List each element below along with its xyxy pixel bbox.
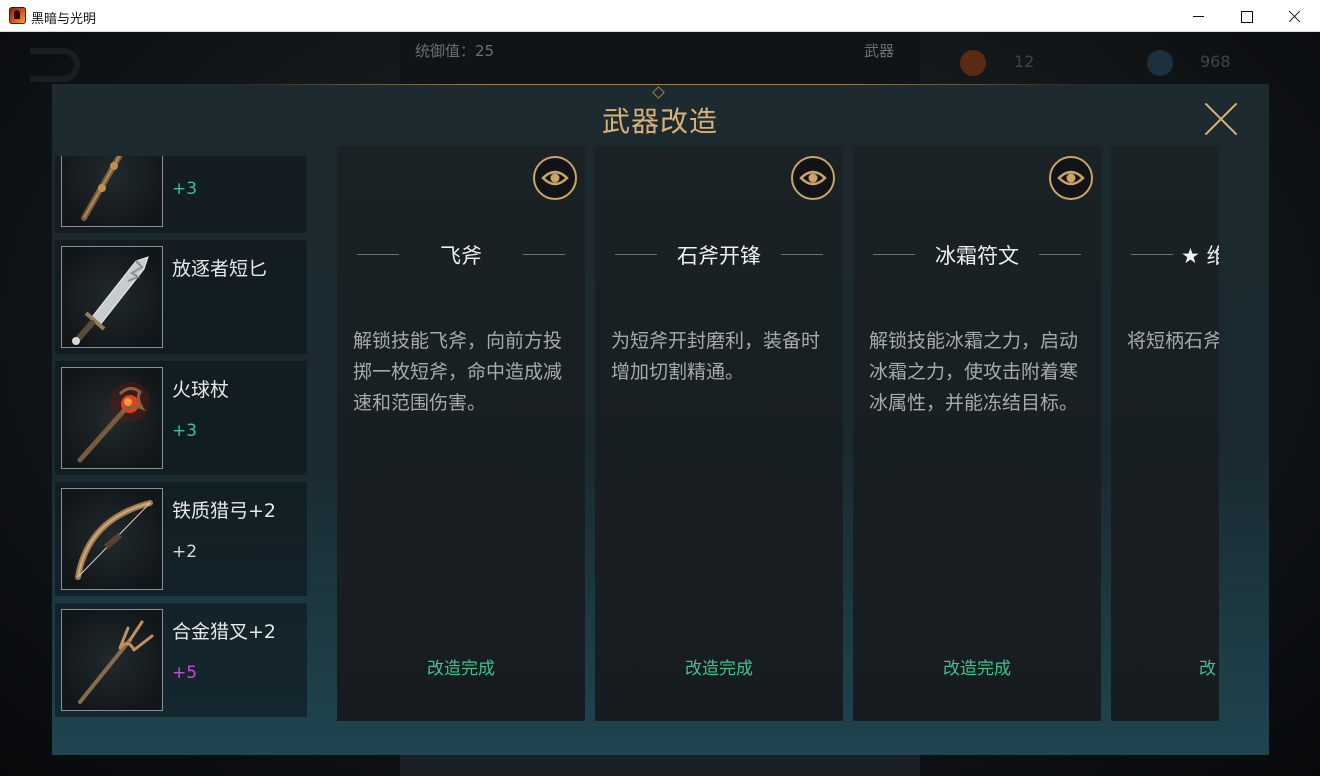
background-bottom-panel: [400, 754, 920, 776]
item-level: +2: [172, 542, 198, 562]
card-title: 冰霜符文: [935, 244, 1019, 268]
resource-icon-fire: [960, 50, 986, 76]
modification-card[interactable]: 飞斧 解锁技能飞斧，向前方投掷一枚短斧，命中造成减速和范围伤害。 改造完成: [337, 146, 585, 721]
title-divider-right: [781, 254, 823, 255]
card-status: 改造完成: [943, 659, 1011, 679]
item-name: 放逐者短匕: [172, 258, 268, 280]
card-description: 解锁技能冰霜之力，启动冰霜之力，使攻击附着寒冰属性，并能冻结目标。: [869, 330, 1079, 414]
dagger-icon: [61, 246, 163, 348]
card-title: 飞斧: [440, 244, 482, 268]
bow-icon: [61, 488, 163, 590]
modification-cards: 飞斧 解锁技能飞斧，向前方投掷一枚短斧，命中造成减速和范围伤害。 改造完成 石斧…: [337, 146, 1219, 722]
card-description: 为短斧开封磨利，装备时增加切割精通。: [611, 330, 821, 383]
item-level: +3: [172, 421, 198, 441]
window-close-button[interactable]: [1271, 0, 1317, 32]
close-button[interactable]: [1204, 102, 1238, 136]
list-item[interactable]: 合金猎叉+2 +5: [55, 603, 307, 717]
modification-card[interactable]: 冰霜符文 解锁技能冰霜之力，启动冰霜之力，使攻击附着寒冰属性，并能冻结目标。 改…: [853, 146, 1101, 721]
ornate-staff-icon: [61, 156, 163, 227]
item-name: 铁质猎弓+2: [172, 500, 277, 522]
preview-eye-icon[interactable]: [533, 156, 577, 200]
card-status: 改: [1199, 659, 1216, 679]
modification-card[interactable]: 石斧开锋 为短斧开封磨利，装备时增加切割精通。 改造完成: [595, 146, 843, 721]
maximize-button[interactable]: [1223, 0, 1269, 32]
title-divider-left: [1131, 254, 1173, 255]
item-level: +5: [172, 663, 198, 683]
list-item[interactable]: +3: [55, 156, 307, 233]
app-window: 黑暗与光明 统御值：25 武器 12 968 武器改造 +3 放逐者短匕 火球杖…: [0, 0, 1320, 776]
card-description: 将短柄石斧，大幅提力。: [1127, 330, 1219, 352]
resource-icon-water: [1147, 50, 1173, 76]
modal-title: 武器改造: [601, 105, 718, 138]
card-title: ★ 维: [1181, 244, 1219, 268]
list-item[interactable]: 放逐者短匕: [55, 240, 307, 354]
modification-card[interactable]: ★ 维 将短柄石斧，大幅提力。 改: [1111, 146, 1219, 721]
list-item[interactable]: 火球杖 +3: [55, 361, 307, 475]
fireball-staff-icon: [61, 367, 163, 469]
weapon-label: 武器: [864, 42, 895, 60]
item-name: 合金猎叉+2: [172, 621, 277, 643]
resource-count-2: 968: [1200, 52, 1231, 71]
item-name: 火球杖: [172, 379, 230, 401]
weapon-list[interactable]: +3 放逐者短匕 火球杖 +3 铁质猎弓+2 +2 合金猎叉+2 +5: [55, 156, 307, 722]
card-title: 石斧开锋: [677, 244, 761, 268]
title-divider-right: [523, 254, 565, 255]
card-description: 解锁技能飞斧，向前方投掷一枚短斧，命中造成减速和范围伤害。: [353, 330, 563, 414]
trident-icon: [61, 609, 163, 711]
back-arrow-icon: [30, 48, 80, 82]
item-level: +3: [172, 179, 198, 199]
window-title: 黑暗与光明: [31, 12, 97, 27]
resource-count-1: 12: [1014, 52, 1035, 71]
preview-eye-icon[interactable]: [791, 156, 835, 200]
minimize-button[interactable]: [1176, 0, 1222, 32]
card-status: 改造完成: [427, 659, 495, 679]
command-value-label: 统御值：25: [415, 42, 495, 60]
title-divider-right: [1039, 254, 1081, 255]
app-icon: [9, 7, 26, 24]
list-item[interactable]: 铁质猎弓+2 +2: [55, 482, 307, 596]
preview-eye-icon[interactable]: [1049, 156, 1093, 200]
card-status: 改造完成: [685, 659, 753, 679]
modal-top-ornament: [230, 84, 1090, 85]
window-titlebar: 黑暗与光明: [0, 0, 1320, 32]
